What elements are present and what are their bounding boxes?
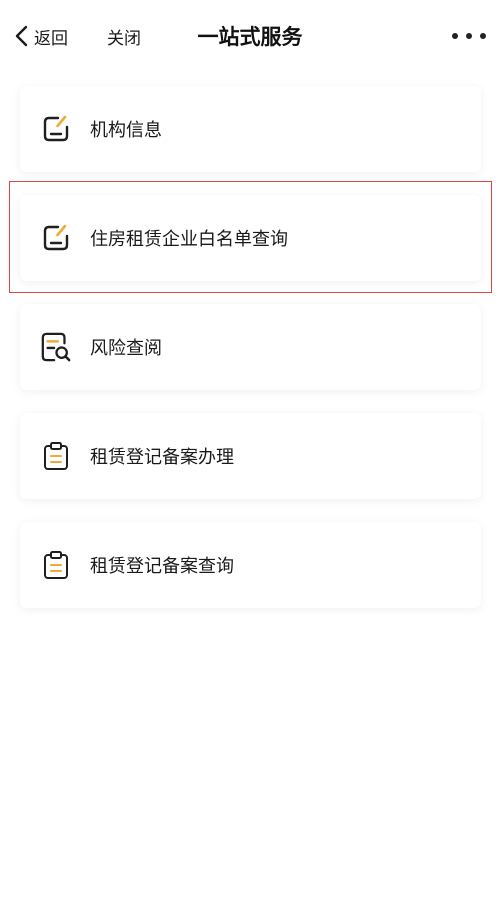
edit-square-icon <box>40 222 72 254</box>
more-dot-icon <box>452 33 458 39</box>
clipboard-icon <box>40 549 72 581</box>
more-options-button[interactable] <box>452 22 486 50</box>
page-title: 一站式服务 <box>197 25 303 49</box>
more-dot-icon <box>480 33 486 39</box>
menu-item-label: 住房租赁企业白名单查询 <box>90 229 288 250</box>
menu-item-label: 租赁登记备案查询 <box>90 556 234 577</box>
back-label: 返回 <box>34 28 68 49</box>
edit-square-icon <box>40 113 72 145</box>
menu-item-label: 风险查阅 <box>90 338 162 359</box>
menu-item-rental-registration-query[interactable]: 租赁登记备案查询 <box>20 522 481 608</box>
menu-item-rental-whitelist-query[interactable]: 住房租赁企业白名单查询 <box>20 195 481 281</box>
back-button[interactable]: 返回 <box>14 20 68 52</box>
menu-item-risk-lookup[interactable]: 风险查阅 <box>20 304 481 390</box>
menu-item-institution-info[interactable]: 机构信息 <box>20 86 481 172</box>
document-search-icon <box>40 331 72 363</box>
navigation-bar: 返回 关闭 一站式服务 <box>0 0 500 72</box>
menu-item-label: 租赁登记备案办理 <box>90 447 234 468</box>
menu-item-label: 机构信息 <box>90 120 162 141</box>
more-dot-icon <box>466 33 472 39</box>
menu-item-rental-registration-apply[interactable]: 租赁登记备案办理 <box>20 413 481 499</box>
close-button[interactable]: 关闭 <box>107 20 141 52</box>
clipboard-icon <box>40 440 72 472</box>
chevron-left-icon <box>15 25 28 47</box>
